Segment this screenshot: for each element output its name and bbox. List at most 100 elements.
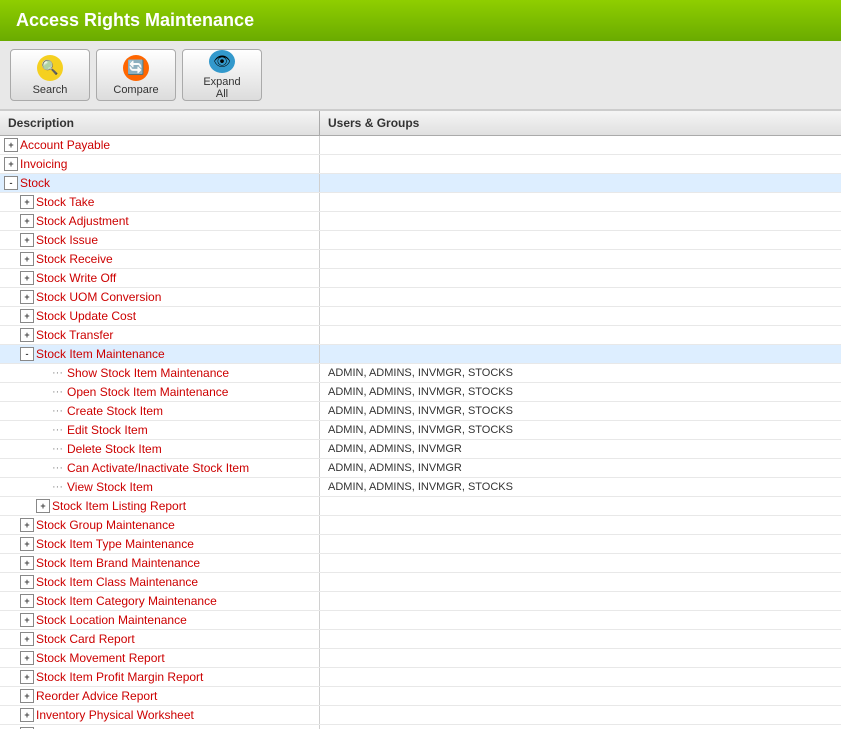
tree-item-label[interactable]: Stock Item Category Maintenance xyxy=(36,594,217,608)
tree-row[interactable]: +Stock UOM Conversion xyxy=(0,288,841,307)
tree-row[interactable]: +Stock Item Brand Maintenance xyxy=(0,554,841,573)
expand-button[interactable]: + xyxy=(20,670,34,684)
tree-row[interactable]: +Stock Item Profit Margin Report xyxy=(0,668,841,687)
tree-item-label[interactable]: Stock Item Maintenance xyxy=(36,347,165,361)
expand-button[interactable]: + xyxy=(20,518,34,532)
tree-item-label[interactable]: Stock xyxy=(20,176,50,190)
tree-row[interactable]: +Stock Aging Report xyxy=(0,725,841,729)
tree-cell-users xyxy=(320,713,841,717)
tree-row[interactable]: ···Open Stock Item MaintenanceADMIN, ADM… xyxy=(0,383,841,402)
tree-cell-users: ADMIN, ADMINS, INVMGR, STOCKS xyxy=(320,422,841,438)
tree-item-label[interactable]: Stock Item Type Maintenance xyxy=(36,537,194,551)
expand-button[interactable]: + xyxy=(20,252,34,266)
tree-item-label[interactable]: Edit Stock Item xyxy=(67,423,148,437)
tree-row[interactable]: -Stock xyxy=(0,174,841,193)
tree-row[interactable]: +Stock Group Maintenance xyxy=(0,516,841,535)
expand-button[interactable]: + xyxy=(36,499,50,513)
tree-row[interactable]: +Stock Transfer xyxy=(0,326,841,345)
tree-row[interactable]: +Stock Write Off xyxy=(0,269,841,288)
tree-item-label[interactable]: View Stock Item xyxy=(67,480,153,494)
tree-item-label[interactable]: Stock Transfer xyxy=(36,328,113,342)
tree-item-label[interactable]: Stock Write Off xyxy=(36,271,116,285)
tree-row[interactable]: ···Create Stock ItemADMIN, ADMINS, INVMG… xyxy=(0,402,841,421)
expand-button[interactable]: + xyxy=(20,613,34,627)
tree-row[interactable]: +Stock Item Type Maintenance xyxy=(0,535,841,554)
tree-item-label[interactable]: Can Activate/Inactivate Stock Item xyxy=(67,461,249,475)
tree-cell-description: +Stock Item Profit Margin Report xyxy=(0,668,320,686)
tree-item-label[interactable]: Account Payable xyxy=(20,138,110,152)
tree-row[interactable]: -Stock Item Maintenance xyxy=(0,345,841,364)
main-content: Description Users & Groups +Account Paya… xyxy=(0,110,841,729)
tree-item-label[interactable]: Stock Item Brand Maintenance xyxy=(36,556,200,570)
collapse-button[interactable]: - xyxy=(4,176,18,190)
tree-item-label[interactable]: Stock Issue xyxy=(36,233,98,247)
expand-button[interactable]: + xyxy=(20,290,34,304)
tree-row[interactable]: ···View Stock ItemADMIN, ADMINS, INVMGR,… xyxy=(0,478,841,497)
tree-item-label[interactable]: Stock Item Profit Margin Report xyxy=(36,670,203,684)
tree-row[interactable]: +Stock Movement Report xyxy=(0,649,841,668)
table-header: Description Users & Groups xyxy=(0,110,841,136)
tree-item-label[interactable]: Invoicing xyxy=(20,157,67,171)
tree-item-label[interactable]: Stock Location Maintenance xyxy=(36,613,187,627)
tree-row[interactable]: +Invoicing xyxy=(0,155,841,174)
tree-row[interactable]: ···Edit Stock ItemADMIN, ADMINS, INVMGR,… xyxy=(0,421,841,440)
collapse-button[interactable]: - xyxy=(20,347,34,361)
tree-row[interactable]: +Stock Item Class Maintenance xyxy=(0,573,841,592)
expand-button[interactable]: + xyxy=(20,537,34,551)
expand-button[interactable]: + xyxy=(4,138,18,152)
tree-item-label[interactable]: Delete Stock Item xyxy=(67,442,162,456)
tree-row[interactable]: ···Delete Stock ItemADMIN, ADMINS, INVMG… xyxy=(0,440,841,459)
tree-item-label[interactable]: Stock Item Listing Report xyxy=(52,499,186,513)
expand-button[interactable]: + xyxy=(20,195,34,209)
tree-cell-users xyxy=(320,200,841,204)
expand-button[interactable]: + xyxy=(20,651,34,665)
compare-button[interactable]: 🔄 Compare xyxy=(96,49,176,101)
expand-button[interactable]: + xyxy=(20,632,34,646)
expand-button[interactable]: + xyxy=(20,271,34,285)
tree-row[interactable]: +Stock Card Report xyxy=(0,630,841,649)
tree-item-label[interactable]: Stock Group Maintenance xyxy=(36,518,175,532)
tree-row[interactable]: +Stock Location Maintenance xyxy=(0,611,841,630)
tree-row[interactable]: ···Show Stock Item MaintenanceADMIN, ADM… xyxy=(0,364,841,383)
tree-row[interactable]: +Stock Item Listing Report xyxy=(0,497,841,516)
tree-item-label[interactable]: Open Stock Item Maintenance xyxy=(67,385,228,399)
expand-button[interactable]: + xyxy=(20,309,34,323)
tree-item-label[interactable]: Stock Receive xyxy=(36,252,113,266)
expand-button[interactable]: + xyxy=(20,594,34,608)
expand-button[interactable]: + xyxy=(20,708,34,722)
tree-row[interactable]: +Stock Item Category Maintenance xyxy=(0,592,841,611)
tree-item-label[interactable]: Stock Item Class Maintenance xyxy=(36,575,198,589)
search-button[interactable]: 🔍 Search xyxy=(10,49,90,101)
expand-button[interactable]: + xyxy=(20,328,34,342)
tree-item-label[interactable]: Show Stock Item Maintenance xyxy=(67,366,229,380)
tree-row[interactable]: ···Can Activate/Inactivate Stock ItemADM… xyxy=(0,459,841,478)
tree-cell-users xyxy=(320,238,841,242)
tree-container[interactable]: +Account Payable+Invoicing-Stock+Stock T… xyxy=(0,136,841,729)
tree-cell-description: +Stock Item Type Maintenance xyxy=(0,535,320,553)
expand-all-button[interactable]: 👁 ExpandAll xyxy=(182,49,262,101)
tree-item-label[interactable]: Stock UOM Conversion xyxy=(36,290,161,304)
tree-item-label[interactable]: Create Stock Item xyxy=(67,404,163,418)
tree-row[interactable]: +Account Payable xyxy=(0,136,841,155)
expand-button[interactable]: + xyxy=(20,214,34,228)
tree-row[interactable]: +Stock Update Cost xyxy=(0,307,841,326)
tree-item-label[interactable]: Stock Card Report xyxy=(36,632,135,646)
expand-button[interactable]: + xyxy=(4,157,18,171)
tree-cell-users xyxy=(320,542,841,546)
tree-item-label[interactable]: Stock Update Cost xyxy=(36,309,136,323)
tree-row[interactable]: +Inventory Physical Worksheet xyxy=(0,706,841,725)
tree-item-label[interactable]: Stock Movement Report xyxy=(36,651,165,665)
tree-item-label[interactable]: Reorder Advice Report xyxy=(36,689,157,703)
tree-row[interactable]: +Stock Take xyxy=(0,193,841,212)
tree-item-label[interactable]: Stock Take xyxy=(36,195,94,209)
expand-button[interactable]: + xyxy=(20,233,34,247)
tree-row[interactable]: +Stock Adjustment xyxy=(0,212,841,231)
tree-item-label[interactable]: Inventory Physical Worksheet xyxy=(36,708,194,722)
expand-button[interactable]: + xyxy=(20,575,34,589)
tree-row[interactable]: +Stock Issue xyxy=(0,231,841,250)
expand-button[interactable]: + xyxy=(20,689,34,703)
tree-row[interactable]: +Reorder Advice Report xyxy=(0,687,841,706)
expand-button[interactable]: + xyxy=(20,556,34,570)
tree-item-label[interactable]: Stock Adjustment xyxy=(36,214,129,228)
tree-row[interactable]: +Stock Receive xyxy=(0,250,841,269)
